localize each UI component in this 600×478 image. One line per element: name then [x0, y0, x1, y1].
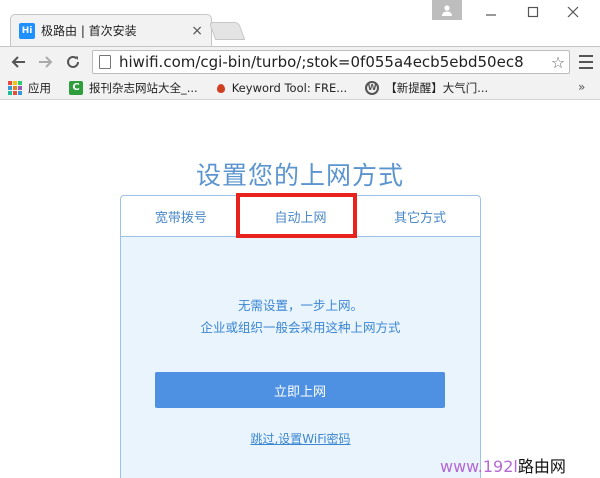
- apps-grid-icon: [8, 80, 22, 95]
- wordpress-icon: W: [365, 80, 380, 95]
- skip-set-wifi-link[interactable]: 跳过,设置WiFi密码: [121, 430, 480, 447]
- drop-icon: [216, 81, 226, 95]
- address-bar[interactable]: hiwifi.com/cgi-bin/turbo/;stok=0f055a4ec…: [92, 50, 570, 74]
- bookmark-keyword-tool[interactable]: Keyword Tool: FRE...: [216, 81, 347, 95]
- bookmark-star-icon[interactable]: ☆: [547, 53, 569, 72]
- watermark: www.192l路由网: [440, 453, 566, 477]
- bookmarks-bar: 应用 C 报刊杂志网站大全_... Keyword Tool: FRE... W…: [0, 76, 600, 100]
- hiwifi-favicon-icon: Hi: [19, 22, 35, 39]
- browser-titlebar: Hi 极路由 | 首次安装 ×: [0, 0, 600, 46]
- description-line-1: 无需设置，一步上网。: [237, 298, 363, 313]
- c-icon: C: [69, 80, 83, 95]
- bookmark-apps[interactable]: 应用: [8, 80, 51, 96]
- new-tab-button[interactable]: [208, 22, 246, 40]
- bookmark-label: 【新提醒】大气门...: [385, 80, 489, 95]
- bookmarks-overflow-icon[interactable]: »: [578, 80, 585, 94]
- minimize-icon[interactable]: [476, 2, 506, 22]
- bookmark-magazines[interactable]: C 报刊杂志网站大全_...: [69, 80, 198, 96]
- tab-title: 极路由 | 首次安装: [41, 24, 137, 38]
- description-line-2: 企业或组织一般会采用这种上网方式: [200, 320, 401, 335]
- user-profile-icon[interactable]: [432, 0, 462, 20]
- tab-pppoe[interactable]: 宽带拨号: [121, 196, 241, 236]
- browser-menu-icon[interactable]: [578, 53, 594, 71]
- bookmark-label: 应用: [28, 80, 51, 95]
- forward-arrow-icon[interactable]: [34, 51, 56, 73]
- bookmark-label: Keyword Tool: FRE...: [231, 80, 348, 95]
- url-text[interactable]: hiwifi.com/cgi-bin/turbo/;stok=0f055a4ec…: [119, 53, 547, 71]
- bookmark-label: 报刊杂志网站大全_...: [89, 80, 198, 95]
- tab-content: 无需设置，一步上网。 企业或组织一般会采用这种上网方式 立即上网 跳过,设置Wi…: [121, 237, 480, 478]
- tab-other[interactable]: 其它方式: [360, 196, 480, 236]
- page-icon: [99, 55, 111, 69]
- watermark-brand: 路由网: [517, 457, 566, 476]
- reload-icon[interactable]: [62, 51, 84, 73]
- tab-close-icon[interactable]: ×: [191, 23, 203, 39]
- window-close-icon[interactable]: [558, 2, 588, 22]
- maximize-icon[interactable]: [518, 2, 548, 22]
- page-title: 设置您的上网方式: [195, 161, 404, 190]
- connect-now-button[interactable]: 立即上网: [155, 372, 445, 408]
- back-arrow-icon[interactable]: [8, 51, 30, 73]
- watermark-url: www.192l: [440, 457, 518, 476]
- bookmark-reminder[interactable]: W 【新提醒】大气门...: [365, 80, 488, 96]
- browser-toolbar: hiwifi.com/cgi-bin/turbo/;stok=0f055a4ec…: [0, 46, 600, 76]
- highlight-annotation: [236, 193, 357, 238]
- browser-tab[interactable]: Hi 极路由 | 首次安装 ×: [10, 14, 212, 46]
